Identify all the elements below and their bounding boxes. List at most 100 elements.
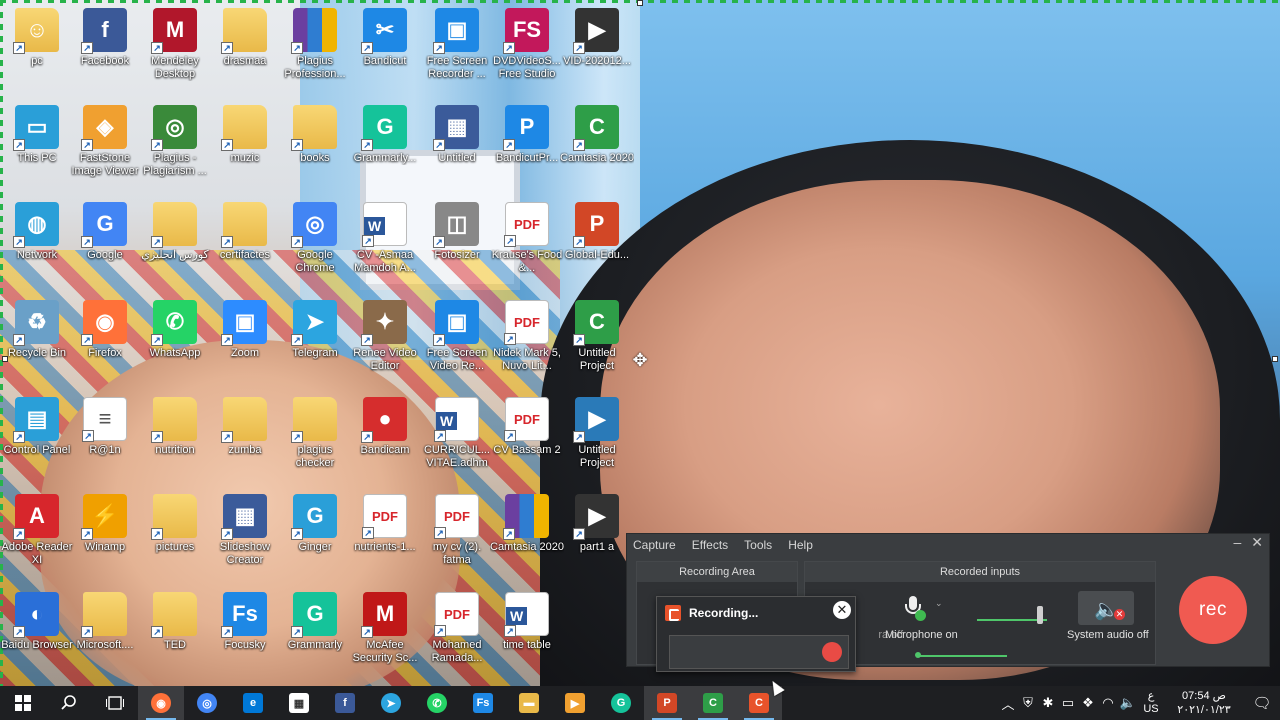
taskbar-file-explorer[interactable]: ▬ [506,686,552,720]
microphone-volume-thumb[interactable] [1037,606,1043,624]
rec-button[interactable]: rec [1179,576,1247,644]
microphone-toggle[interactable]: ⌄ [899,592,943,626]
desktop-icon[interactable]: P ↗ BandicutPr... [490,105,564,165]
desktop-icon[interactable]: ✂ ↗ Bandicut [348,8,422,68]
taskbar-focusky[interactable]: Fs [460,686,506,720]
desktop-icon[interactable]: ◍ ↗ Network [0,202,74,262]
close-button[interactable]: ✕ [1251,534,1263,551]
desktop-icon[interactable]: ◎ ↗ Plagius - Plagiarism ... [138,105,212,178]
desktop-icon[interactable]: ↗ Camtasia 2020 [490,494,564,554]
desktop-icon[interactable]: ↗ Microsoft.... [68,592,142,652]
desktop-icon[interactable]: ▣ ↗ Zoom [208,300,282,360]
menu-effects[interactable]: Effects [692,538,728,552]
desktop-icon[interactable]: f ↗ Facebook [68,8,142,68]
desktop-icon[interactable]: ▣ ↗ Free Screen Recorder ... [420,8,494,81]
desktop-icon[interactable]: ⚡ ↗ Winamp [68,494,142,554]
search-button[interactable] [46,686,92,720]
desktop-icon[interactable]: ▣ ↗ Free Screen Video Re... [420,300,494,373]
desktop-icon[interactable]: ▶ ↗ Untitled Project [560,397,634,470]
chevron-up-icon[interactable]: ︿ [998,694,1018,713]
desktop-icon[interactable]: ↗ pictures [138,494,212,554]
desktop-icon[interactable]: ✦ ↗ Renee Video Editor [348,300,422,373]
taskbar-whatsapp[interactable]: ✆ [414,686,460,720]
desktop-icon[interactable]: ▦ ↗ Slideshow Creator [208,494,282,567]
desktop-icon[interactable]: ◐ ↗ Baidu Browser [0,592,74,652]
taskbar-store[interactable]: ▦ [276,686,322,720]
chevron-down-icon[interactable]: ⌄ [935,598,943,609]
desktop-icon[interactable]: W ↗ time table [490,592,564,652]
desktop-icon[interactable]: ≡ ↗ R@1n [68,397,142,457]
desktop-icon[interactable]: ♻ ↗ Recycle Bin [0,300,74,360]
dropbox-icon[interactable]: ❖ [1078,695,1098,711]
bluetooth-icon[interactable]: ✱ [1038,695,1058,711]
desktop-icon[interactable]: ◉ ↗ Firefox [68,300,142,360]
taskbar-chrome[interactable]: ◎ [184,686,230,720]
clock[interactable]: 07:54 ص ٢٠٢١/٠١/٢٣ [1164,689,1244,717]
desktop-icon[interactable]: W ↗ CURRICUL... VITAE.adhm [420,397,494,470]
desktop-icon[interactable]: ↗ zumba [208,397,282,457]
desktop-icon[interactable]: ▦ ↗ Untitled [420,105,494,165]
desktop-icon[interactable]: PDF ↗ CV Bassam 2 [490,397,564,457]
menu-tools[interactable]: Tools [744,538,772,552]
desktop-icon[interactable]: ☺ ↗ pc [0,8,74,68]
taskbar-firefox[interactable]: ◉ [138,686,184,720]
desktop-icon[interactable]: ◫ ↗ Fotosizer [420,202,494,262]
popup-close-button[interactable]: ✕ [833,601,851,619]
desktop-icon[interactable]: ↗ drasmaa [208,8,282,68]
notification-icon[interactable]: 🗨 [1244,694,1280,712]
taskbar-telegram[interactable]: ➤ [368,686,414,720]
desktop-icon[interactable]: ↗ muzic [208,105,282,165]
desktop-icon[interactable]: ▭ ↗ This PC [0,105,74,165]
minimize-button[interactable]: – [1233,534,1241,551]
desktop-icon[interactable]: FS ↗ DVDVideoS... Free Studio [490,8,564,81]
desktop-icon[interactable]: ↗ certifactes [208,202,282,262]
desktop-icon[interactable]: G ↗ Grammarly [278,592,352,652]
desktop-icon[interactable]: ↗ Plagius Profession... [278,8,352,81]
wifi-icon[interactable]: ◠ [1098,695,1118,711]
desktop-icon[interactable]: PDF ↗ nutrients-1... [348,494,422,554]
desktop-icon[interactable]: G ↗ Grammarly... [348,105,422,165]
recording-area-handle[interactable] [1272,356,1278,362]
taskbar-camtasia[interactable]: C [690,686,736,720]
desktop-icon[interactable]: ▤ ↗ Control Panel [0,397,74,457]
task-view-button[interactable] [92,686,138,720]
desktop-icon[interactable]: W ↗ CV -Asmaa Mamdoh A... [348,202,422,275]
shield-icon[interactable]: ⛨ [1018,695,1038,711]
desktop-icon[interactable]: ◎ ↗ Google Chrome [278,202,352,275]
input-language[interactable]: ع US [1138,690,1164,716]
desktop-icon[interactable]: PDF ↗ Krause's Food &... [490,202,564,275]
taskbar-grammarly[interactable]: G [598,686,644,720]
desktop-icon[interactable]: ↗ books [278,105,352,165]
taskbar-video-player[interactable]: ▶ [552,686,598,720]
recording-status-popup[interactable]: Recording... ✕ [656,596,856,672]
recording-area-handle[interactable] [637,0,643,6]
start-button[interactable] [0,686,46,720]
desktop-icon[interactable]: ↗ plagius checker [278,397,352,470]
system-audio-toggle[interactable]: 🔈 ✕ [1078,591,1134,625]
desktop-icon[interactable]: G ↗ Ginger [278,494,352,554]
desktop-icon[interactable]: P ↗ Global-Edu... [560,202,634,262]
desktop-icon[interactable]: PDF ↗ Mohamed Ramada... [420,592,494,665]
desktop-icon[interactable]: ↗ nutrition [138,397,212,457]
menu-capture[interactable]: Capture [633,538,676,552]
desktop-icon[interactable]: ▶ ↗ part1 a [560,494,634,554]
desktop-icon[interactable]: ➤ ↗ Telegram [278,300,352,360]
volume-icon[interactable]: 🔈 [1118,695,1138,711]
desktop-icon[interactable]: M ↗ McAfee Security Sc... [348,592,422,665]
desktop-icon[interactable]: G ↗ Google [68,202,142,262]
taskbar-powerpoint[interactable]: P [644,686,690,720]
desktop-icon[interactable]: ↗ كورس انجليزي [138,202,212,262]
desktop-icon[interactable]: C ↗ Untitled Project [560,300,634,373]
desktop-icon[interactable]: PDF ↗ my cv (2). fatma [420,494,494,567]
desktop-icon[interactable]: C ↗ Camtasia 2020 [560,105,634,165]
desktop-icon[interactable]: PDF ↗ Nidek Mark 5, Nuvo Lit... [490,300,564,373]
desktop-icon[interactable]: ↗ TED [138,592,212,652]
taskbar-facebook[interactable]: f [322,686,368,720]
menu-help[interactable]: Help [788,538,813,552]
desktop-icon[interactable]: M ↗ Mendeley Desktop [138,8,212,81]
desktop-icon[interactable]: ◈ ↗ FastStone Image Viewer [68,105,142,178]
desktop-icon[interactable]: A ↗ Adobe Reader XI [0,494,74,567]
desktop-icon[interactable]: ● ↗ Bandicam [348,397,422,457]
desktop-icon[interactable]: Fs ↗ Focusky [208,592,282,652]
network-icon[interactable]: ▭ [1058,695,1078,711]
